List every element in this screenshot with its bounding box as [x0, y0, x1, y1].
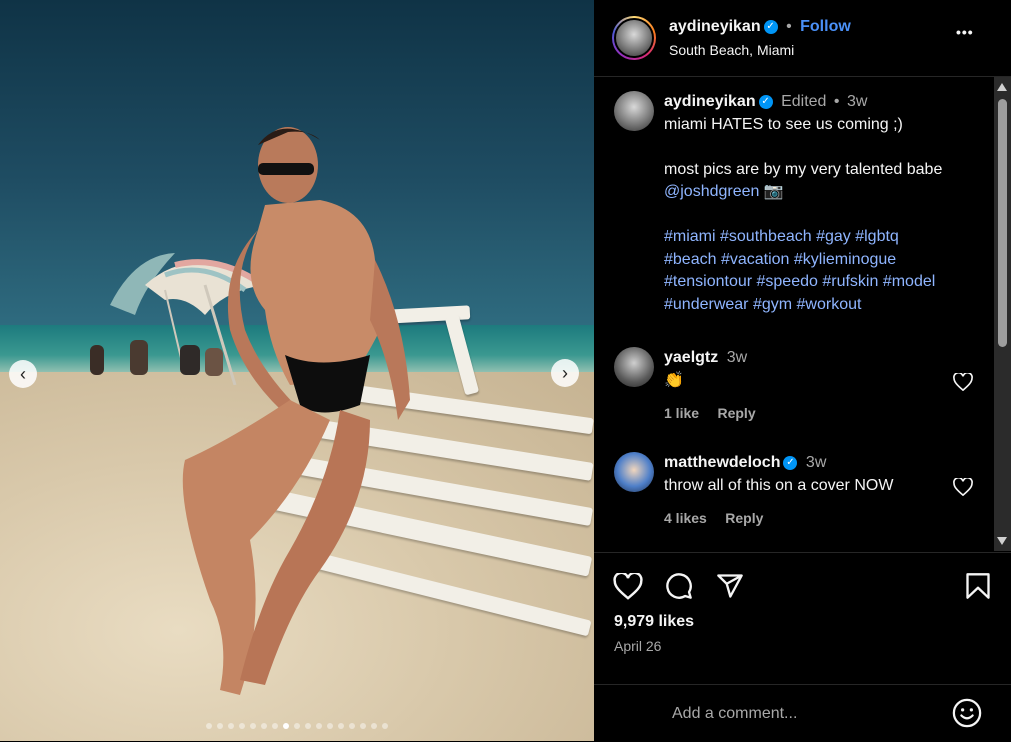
comment-body: yaelgtz 3w 👏 1 like Reply: [664, 347, 984, 426]
carousel-dot: [272, 723, 278, 729]
reply-button[interactable]: Reply: [717, 405, 755, 421]
verified-badge-icon: ✓: [758, 94, 773, 109]
caption-avatar[interactable]: [614, 91, 654, 131]
caption-text-block: aydineyikan ✓ Edited • 3w miami HATES to …: [664, 91, 984, 316]
scroll-thumb[interactable]: [998, 99, 1007, 347]
more-options-icon[interactable]: •••: [956, 24, 974, 40]
comment-time: 3w: [805, 454, 827, 471]
commenter-avatar[interactable]: [614, 347, 654, 387]
post-photo: ‹ ›: [0, 0, 594, 741]
comment-text: 👏: [664, 371, 684, 389]
comment-input[interactable]: [670, 699, 934, 729]
comment-time: 3w: [726, 349, 748, 366]
carousel-dot: [327, 723, 333, 729]
likes-count[interactable]: 9,979 likes: [614, 613, 694, 631]
author-username[interactable]: aydineyikan: [669, 18, 761, 35]
location-link[interactable]: South Beach, Miami: [669, 42, 794, 58]
verified-badge-icon: ✓: [783, 455, 798, 470]
edited-label: Edited: [781, 93, 827, 110]
heart-icon[interactable]: [953, 373, 973, 391]
carousel-dot: [305, 723, 311, 729]
mention-link[interactable]: @joshdgreen 📷: [664, 181, 984, 204]
post-header: aydineyikan ✓ • Follow South Beach, Miami…: [594, 0, 1011, 77]
reply-button[interactable]: Reply: [725, 510, 763, 526]
carousel-prev-button[interactable]: ‹: [9, 360, 37, 388]
scroll-up-icon[interactable]: [997, 83, 1007, 91]
carousel-dot: [250, 723, 256, 729]
person-figure: [182, 127, 410, 695]
post-actions: 9,979 likes April 26: [594, 552, 1011, 654]
heart-icon[interactable]: [613, 573, 643, 600]
chevron-left-icon: ‹: [20, 363, 26, 384]
carousel-dot: [239, 723, 245, 729]
comment-icon[interactable]: [665, 572, 693, 600]
carousel-dot: [283, 723, 289, 729]
hashtag-line[interactable]: #miami #southbeach #gay #lgbtq: [664, 226, 984, 249]
dot-separator: •: [833, 93, 840, 110]
comment-likes[interactable]: 1 like: [664, 405, 699, 421]
caption-time: 3w: [846, 93, 868, 110]
carousel-dot: [261, 723, 267, 729]
carousel-dots: [0, 723, 594, 729]
comments-scroll-area[interactable]: aydineyikan ✓ Edited • 3w miami HATES to …: [594, 77, 1011, 551]
post-date: April 26: [614, 638, 662, 654]
heart-icon[interactable]: [953, 478, 973, 496]
carousel-dot: [228, 723, 234, 729]
hashtag-line[interactable]: #underwear #gym #workout: [664, 294, 984, 317]
bookmark-icon[interactable]: [965, 572, 991, 600]
commenter-username[interactable]: yaelgtz: [664, 349, 718, 366]
comment-item: yaelgtz 3w 👏 1 like Reply: [614, 347, 974, 427]
caption-line: most pics are by my very talented babe: [664, 160, 943, 178]
caption-line: [664, 136, 984, 159]
caption-username[interactable]: aydineyikan: [664, 93, 756, 110]
carousel-dot: [316, 723, 322, 729]
scroll-down-icon[interactable]: [997, 537, 1007, 545]
carousel-dot: [206, 723, 212, 729]
carousel-dot: [349, 723, 355, 729]
follow-button[interactable]: Follow: [800, 18, 851, 35]
comment-body: matthewdeloch ✓ 3w throw all of this on a…: [664, 452, 984, 531]
commenter-username[interactable]: matthewdeloch: [664, 454, 780, 471]
header-separator: •: [786, 18, 792, 35]
send-icon[interactable]: [716, 572, 744, 600]
carousel-next-button[interactable]: ›: [551, 359, 579, 387]
emoji-icon[interactable]: [952, 698, 982, 728]
comment-item: matthewdeloch ✓ 3w throw all of this on a…: [614, 452, 974, 532]
carousel-dot: [338, 723, 344, 729]
chevron-right-icon: ›: [562, 362, 568, 383]
comment-likes[interactable]: 4 likes: [664, 510, 707, 526]
author-line: aydineyikan ✓ • Follow: [669, 18, 851, 36]
comment-composer: [594, 684, 1011, 742]
carousel-dot: [294, 723, 300, 729]
author-avatar-ring[interactable]: [612, 16, 656, 60]
carousel-dot: [371, 723, 377, 729]
verified-badge-icon: ✓: [763, 19, 778, 34]
avatar: [614, 18, 654, 58]
comment-text: throw all of this on a cover NOW: [664, 476, 894, 494]
hashtag-line[interactable]: #tensiontour #speedo #rufskin #model: [664, 271, 984, 294]
commenter-avatar[interactable]: [614, 452, 654, 492]
caption-line: miami HATES to see us coming ;): [664, 115, 903, 133]
carousel-dot: [217, 723, 223, 729]
post-sidebar: aydineyikan ✓ • Follow South Beach, Miami…: [594, 0, 1011, 741]
hashtag-line[interactable]: #beach #vacation #kylieminogue: [664, 249, 984, 272]
carousel-dot: [360, 723, 366, 729]
carousel-dot: [382, 723, 388, 729]
comments-scrollbar[interactable]: [994, 77, 1011, 551]
